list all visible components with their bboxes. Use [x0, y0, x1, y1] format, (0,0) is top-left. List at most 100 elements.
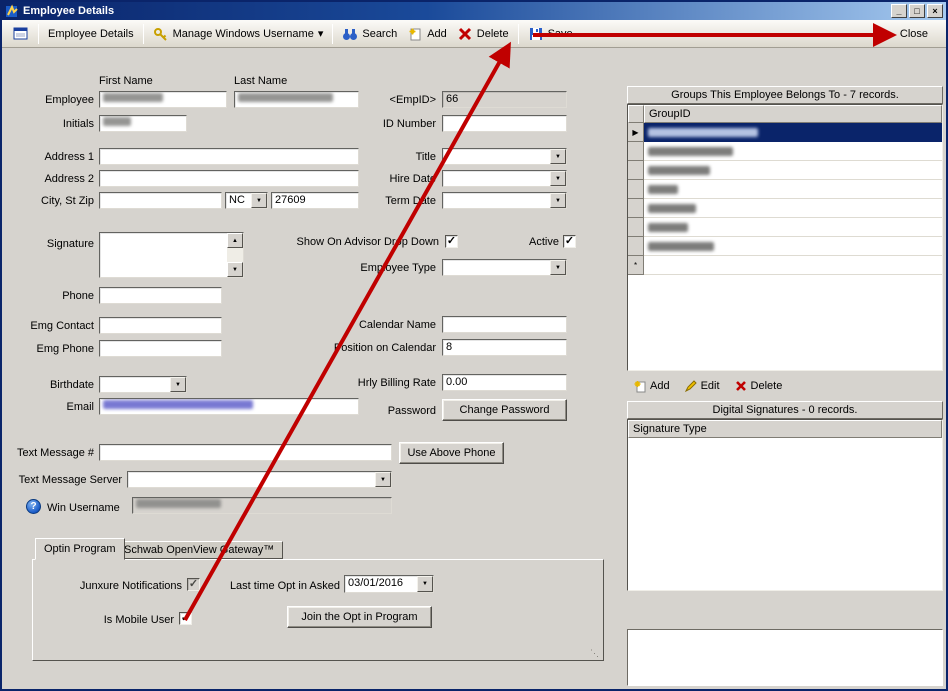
address2-field[interactable]: [99, 170, 359, 187]
junxure-notifications-checkbox: ✓: [187, 578, 200, 591]
password-label: Password: [387, 405, 436, 417]
text-message-server-dropdown-button[interactable]: ▼: [375, 472, 391, 487]
delete-button[interactable]: Delete: [452, 23, 514, 45]
last-time-opt-in-asked-combo[interactable]: 03/01/2016 ▼: [344, 575, 434, 593]
add-button[interactable]: Add: [402, 23, 452, 45]
zip-field[interactable]: 27609: [271, 192, 359, 209]
employee-type-dropdown-button[interactable]: ▼: [550, 260, 566, 275]
employee-type-combo[interactable]: ▼: [442, 259, 567, 276]
is-mobile-user-checkbox[interactable]: ✓: [179, 612, 192, 625]
group-row[interactable]: ▶: [628, 123, 942, 142]
tab-schwab-openview-gateway[interactable]: Schwab OpenView Gateway™: [115, 541, 284, 559]
group-row[interactable]: [628, 161, 942, 180]
calendar-name-field[interactable]: [442, 316, 567, 333]
emg-contact-label: Emg Contact: [30, 320, 94, 332]
tab-optin-label: Optin Program: [44, 543, 116, 555]
row-selector[interactable]: [628, 180, 644, 199]
change-password-button[interactable]: Change Password: [442, 399, 567, 421]
manage-windows-username-button[interactable]: Manage Windows Username ▾: [148, 23, 329, 45]
row-selector[interactable]: [628, 218, 644, 237]
join-opt-in-program-button[interactable]: Join the Opt in Program: [287, 606, 432, 628]
employee-details-window: Employee Details _ □ × Employee Details: [0, 0, 948, 691]
signature-scrollbar[interactable]: ▲ ▼: [227, 233, 243, 277]
redacted-text: [648, 127, 758, 137]
chevron-down-icon: ▾: [317, 28, 324, 40]
phone-field[interactable]: [99, 287, 222, 304]
show-on-advisor-checkbox[interactable]: ✓: [445, 235, 458, 248]
position-on-calendar-field[interactable]: 8: [442, 339, 567, 356]
current-row-arrow-icon: ▶: [632, 127, 639, 137]
tab-optin-program[interactable]: Optin Program: [35, 538, 125, 560]
use-above-phone-button[interactable]: Use Above Phone: [399, 442, 504, 464]
form-view-button[interactable]: [8, 23, 34, 45]
term-date-dropdown-button[interactable]: ▼: [550, 193, 566, 208]
emg-phone-field[interactable]: [99, 340, 222, 357]
state-combo[interactable]: NC ▼: [225, 192, 268, 209]
email-field[interactable]: [99, 398, 359, 415]
redacted-text: [648, 241, 714, 251]
title-dropdown-button[interactable]: ▼: [550, 149, 566, 164]
resize-grip[interactable]: ⋱: [590, 648, 599, 659]
row-selector[interactable]: [628, 237, 644, 256]
first-name-field[interactable]: [99, 91, 227, 108]
group-row[interactable]: [628, 237, 942, 256]
initials-field[interactable]: [99, 115, 187, 132]
toolbar-close-button[interactable]: Close: [888, 25, 940, 43]
current-row-selector[interactable]: ▶: [628, 123, 644, 142]
form-body: First Name Last Name Employee <EmpID> 66…: [2, 48, 946, 689]
group-row-new[interactable]: *: [628, 256, 942, 275]
phone-label: Phone: [62, 290, 94, 302]
toolbar-employee-details-button[interactable]: Employee Details: [43, 25, 139, 43]
groupid-column-header[interactable]: GroupID: [644, 105, 942, 123]
row-selector[interactable]: [628, 142, 644, 161]
birthdate-combo[interactable]: ▼: [99, 376, 187, 393]
employee-type-label: Employee Type: [360, 262, 436, 274]
memo-box[interactable]: [627, 629, 943, 686]
hrly-billing-rate-field[interactable]: 0.00: [442, 374, 567, 391]
toolbar-close-label: Close: [899, 27, 928, 40]
redacted-text: [103, 117, 131, 126]
hire-date-combo[interactable]: ▼: [442, 170, 567, 187]
scroll-up-button[interactable]: ▲: [227, 233, 243, 248]
save-button[interactable]: Save: [523, 23, 578, 45]
term-date-combo[interactable]: ▼: [442, 192, 567, 209]
birthdate-dropdown-button[interactable]: ▼: [170, 377, 186, 392]
group-row[interactable]: [628, 199, 942, 218]
toolbar-separator: [38, 23, 39, 44]
help-icon[interactable]: ?: [26, 499, 41, 514]
signature-type-column-header[interactable]: Signature Type: [628, 420, 942, 438]
hire-date-dropdown-button[interactable]: ▼: [550, 171, 566, 186]
last-time-dropdown-button[interactable]: ▼: [417, 576, 433, 592]
group-row[interactable]: [628, 218, 942, 237]
groups-edit-button[interactable]: Edit: [681, 377, 723, 395]
active-checkbox[interactable]: ✓: [563, 235, 576, 248]
groups-edit-label: Edit: [700, 380, 720, 392]
row-selector[interactable]: [628, 199, 644, 218]
checkmark-icon: ✓: [180, 611, 191, 624]
text-message-server-combo[interactable]: ▼: [127, 471, 392, 488]
group-row[interactable]: [628, 180, 942, 199]
groups-delete-button[interactable]: Delete: [731, 377, 786, 395]
groups-add-label: Add: [650, 380, 670, 392]
emg-contact-field[interactable]: [99, 317, 222, 334]
birthdate-label: Birthdate: [49, 379, 94, 391]
search-button[interactable]: Search: [337, 23, 402, 45]
group-row[interactable]: [628, 142, 942, 161]
signature-textarea[interactable]: ▲ ▼: [99, 232, 244, 278]
id-number-field[interactable]: [442, 115, 567, 132]
close-window-button[interactable]: ×: [927, 4, 943, 18]
groups-add-button[interactable]: Add: [630, 377, 673, 395]
state-dropdown-button[interactable]: ▼: [251, 193, 267, 208]
last-name-field[interactable]: [234, 91, 359, 108]
title-combo[interactable]: ▼: [442, 148, 567, 165]
row-selector[interactable]: [628, 161, 644, 180]
address1-field[interactable]: [99, 148, 359, 165]
text-message-number-field[interactable]: [99, 444, 392, 461]
maximize-button[interactable]: □: [909, 4, 925, 18]
chevron-down-icon: ▼: [555, 153, 561, 160]
groups-header-text: Groups This Employee Belongs To - 7 reco…: [671, 89, 899, 101]
minimize-button[interactable]: _: [891, 4, 907, 18]
scroll-down-button[interactable]: ▼: [227, 262, 243, 277]
delete-icon: [458, 27, 471, 40]
city-field[interactable]: [99, 192, 222, 209]
